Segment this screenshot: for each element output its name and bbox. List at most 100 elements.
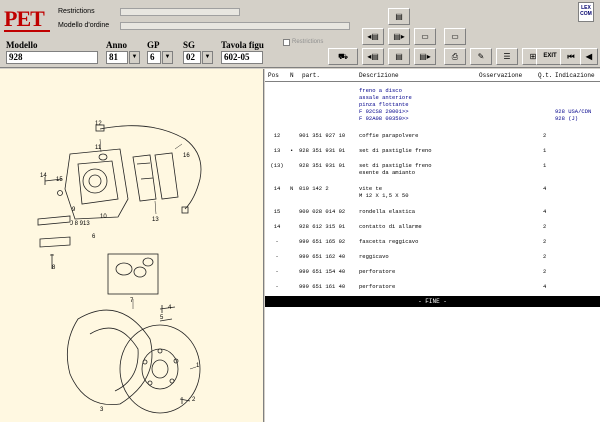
exploded-diagram-panel[interactable]: 12 16 11 10 14 15 9 13 6 J 8 913 8 7 5 4… <box>0 69 264 422</box>
col-obs: Osservazione <box>479 72 523 79</box>
group-line-3: pinza flottante <box>359 101 409 108</box>
print-icon[interactable]: ⎙ <box>444 48 466 65</box>
callout-10[interactable]: 10 <box>100 214 107 220</box>
group-line-4: F 92CS8 20001>> <box>359 108 409 115</box>
restrictions-checkbox[interactable] <box>283 39 290 46</box>
tavola-label: Tavola figu <box>221 40 264 50</box>
first-page-icon[interactable]: ◂▤ <box>362 28 384 45</box>
row-qty: 2 <box>543 253 547 260</box>
back-icon[interactable]: ◀ <box>580 48 598 65</box>
display-icon[interactable]: ▭ <box>444 28 466 45</box>
row-desc: coffie parapolvere <box>359 132 419 139</box>
callout-4[interactable]: 4 <box>168 305 171 311</box>
callout-6[interactable]: 6 <box>92 234 95 240</box>
anno-field[interactable]: 81 <box>106 51 128 64</box>
next-page-icon[interactable]: ▤▸ <box>388 28 410 45</box>
row-desc: fascetta reggicavo <box>359 238 419 245</box>
page-next-icon[interactable]: ▤▸ <box>414 48 436 65</box>
row-pos: - <box>275 238 279 245</box>
callout-5[interactable]: 5 <box>160 315 163 321</box>
row-pos: 14 <box>273 223 281 230</box>
restrictions-label: Restrictions <box>58 8 95 15</box>
order-model-label: Modello d'ordine <box>58 22 110 29</box>
prev-icon[interactable]: ◂▤ <box>362 48 384 65</box>
callout-8[interactable]: 8 <box>52 265 55 271</box>
row-part-number: 999 651 162 40 <box>299 253 346 260</box>
row-desc: perforatore <box>359 268 396 275</box>
group-ind-2: 928 (J) <box>555 115 579 122</box>
pet-logo: PET <box>4 6 45 31</box>
row-desc: vite te <box>359 185 383 192</box>
row-pos: - <box>275 268 279 275</box>
doc-arrow-icon[interactable]: ▤ <box>388 8 410 25</box>
row-desc: reggicavo <box>359 253 389 260</box>
modello-label: Modello <box>6 40 38 50</box>
callout-15[interactable]: 15 <box>56 177 63 183</box>
parts-list-panel[interactable]: Pos N part. Descrizione Osservazione Q.t… <box>265 69 600 422</box>
row-desc: rondella elastica <box>359 208 416 215</box>
group-line-5: F 92A08 00350>> <box>359 115 409 122</box>
callout-2[interactable]: 2 <box>192 397 195 403</box>
col-ind: Indicazione <box>555 72 595 79</box>
gp-field[interactable]: 6 <box>147 51 161 64</box>
callout-3[interactable]: 3 <box>100 407 103 413</box>
callout-12[interactable]: 12 <box>95 121 102 127</box>
book-icon[interactable]: ▭ <box>414 28 436 45</box>
col-desc: Descrizione <box>359 72 399 79</box>
callout-11[interactable]: 11 <box>95 145 101 151</box>
callout-7[interactable]: 7 <box>130 298 133 304</box>
row-pos: - <box>275 253 279 260</box>
restrictions-checkbox-label: Restrictions <box>292 39 324 45</box>
row-qty: 1 <box>543 147 547 154</box>
anno-dropdown-icon[interactable]: ▼ <box>129 51 140 64</box>
row-qty: 2 <box>543 132 547 139</box>
col-qty: Q.t. <box>538 72 553 79</box>
callout-14[interactable]: 14 <box>40 173 47 179</box>
row-qty: 4 <box>543 208 547 215</box>
sg-field[interactable]: 02 <box>183 51 201 64</box>
end-of-list-bar: - FINE - <box>265 296 600 307</box>
callout-9[interactable]: 9 <box>72 207 75 213</box>
list-icon[interactable]: ☰ <box>496 48 518 65</box>
row-pos: 14 <box>273 185 281 192</box>
header-bar: PET Restrictions Modello d'ordine Modell… <box>0 0 600 68</box>
row-desc-2: M 12 X 1,5 X 50 <box>359 192 409 199</box>
doc-icon[interactable]: ▤ <box>388 48 410 65</box>
row-part-number: 901 351 927 10 <box>299 132 346 139</box>
row-qty: 2 <box>543 268 547 275</box>
callout-j8913[interactable]: J 8 913 <box>70 221 90 227</box>
lex-com-logo: LEX COM <box>578 2 594 22</box>
row-desc: set di pastiglie freno <box>359 162 432 169</box>
col-pos: Pos <box>268 72 279 79</box>
row-pos: 13 <box>273 147 281 154</box>
edit-icon[interactable]: ✎ <box>470 48 492 65</box>
begin-icon[interactable]: ⏮ <box>560 48 582 65</box>
row-pos: - <box>275 283 279 290</box>
restrictions-field[interactable] <box>120 8 240 16</box>
callout-1[interactable]: 1 <box>196 363 199 369</box>
callout-16[interactable]: 16 <box>183 153 190 159</box>
row-part-number: 928 351 931 01 <box>299 162 346 169</box>
tavola-field[interactable]: 602-05 <box>221 51 263 64</box>
callout-13[interactable]: 13 <box>152 217 159 223</box>
row-desc: perforatore <box>359 283 396 290</box>
row-part-number: 999 651 154 40 <box>299 268 346 275</box>
gp-dropdown-icon[interactable]: ▼ <box>162 51 173 64</box>
row-part-number: 999 651 165 02 <box>299 238 346 245</box>
row-qty: 2 <box>543 238 547 245</box>
sg-dropdown-icon[interactable]: ▼ <box>202 51 213 64</box>
pet-window: PET Restrictions Modello d'ordine Modell… <box>0 0 600 422</box>
col-n: N <box>290 72 294 79</box>
row-qty: 1 <box>543 162 547 169</box>
row-qty: 4 <box>543 283 547 290</box>
anno-label: Anno <box>106 40 128 50</box>
order-model-field[interactable] <box>120 22 350 30</box>
row-pos: (13) <box>270 162 284 169</box>
gp-label: GP <box>147 40 160 50</box>
group-line-2: assale anteriore <box>359 94 412 101</box>
car-icon[interactable]: ⛟ <box>328 48 358 65</box>
row-part-number: 928 351 931 01 <box>299 147 346 154</box>
modello-field[interactable]: 928 <box>6 51 98 64</box>
header-divider <box>265 81 600 82</box>
row-qty: 2 <box>543 223 547 230</box>
